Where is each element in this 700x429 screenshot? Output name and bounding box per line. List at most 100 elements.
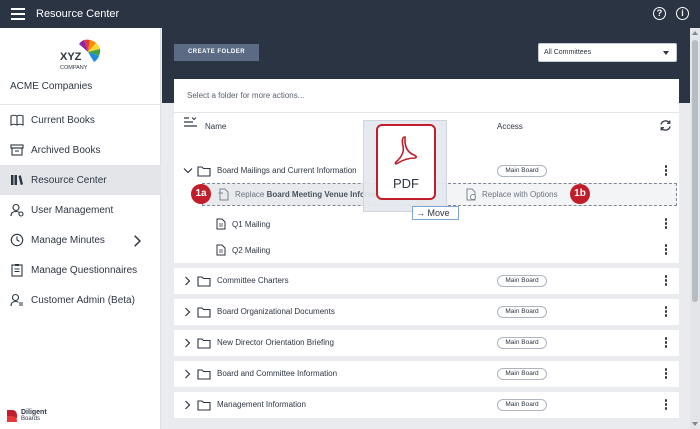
organization-name: ACME Companies [10,81,93,92]
access-badge: Main Board [497,306,547,318]
folder-name: Board Organizational Documents [217,307,335,316]
sidebar-item-label: Resource Center [31,174,107,186]
menu-icon[interactable] [11,8,25,20]
folder-name: Board and Committee Information [217,369,338,378]
file-replace-icon [218,188,229,201]
acrobat-icon [394,136,418,165]
folder-hint: Select a folder for more actions... [187,91,305,100]
scroll-thumb[interactable] [692,40,698,302]
sidebar-nav: Current Books Archived Books Resource Ce… [0,105,161,315]
pdf-label: PDF [393,176,419,191]
more-options-icon[interactable] [664,244,668,256]
access-badge: Main Board [497,275,547,287]
sidebar: XYZ COMPANY ACME Companies Current Books… [0,28,161,429]
more-options-icon[interactable] [664,337,668,349]
sort-icon[interactable] [184,117,197,127]
clock-icon [10,233,24,247]
pdf-file-card: PDF [376,124,436,200]
scrollbar[interactable] [690,28,700,429]
diligent-brand: Diligent Boards [6,409,47,423]
more-options-icon[interactable] [664,165,668,177]
folder-row[interactable]: Board Organizational Documents Main Boar… [174,299,679,325]
scroll-up-icon[interactable] [692,31,698,35]
main-content: CREATE FOLDER All Committees Select a fo… [162,28,690,429]
chevron-right-icon[interactable] [130,234,144,248]
book-icon [10,114,24,126]
access-badge: Main Board [497,399,547,411]
chevron-right-icon[interactable] [184,307,191,317]
committee-filter-value: All Committees [544,49,592,56]
brand-name: Diligent [21,409,47,416]
committee-filter-select[interactable]: All Committees [538,43,677,62]
archive-icon [10,144,24,156]
folder-row[interactable]: Board and Committee Information Main Boa… [174,361,679,387]
folder-icon [197,307,211,318]
chevron-down-icon[interactable] [183,167,193,174]
clipboard-icon [11,264,23,277]
admin-icon [10,293,23,307]
replace-with-options-label[interactable]: Replace with Options [482,190,558,199]
caret-down-icon [663,51,669,55]
folder-icon [197,166,211,177]
brand-product: Boards [21,416,41,422]
info-icon[interactable]: i [676,7,689,20]
chevron-right-icon[interactable] [184,276,191,286]
access-badge: Main Board [497,368,547,380]
chevron-right-icon[interactable] [184,369,191,379]
callout-marker-1b: 1b [570,184,590,204]
help-icon[interactable]: ? [653,7,666,20]
more-options-icon[interactable] [664,275,668,287]
folder-icon [197,400,211,411]
replace-prefix: Replace [235,190,265,199]
column-header-name[interactable]: Name [205,122,226,131]
sidebar-item-manage-minutes[interactable]: Manage Minutes [0,225,161,255]
sidebar-item-label: Customer Admin (Beta) [31,294,135,306]
more-options-icon[interactable] [664,399,668,411]
move-tooltip: → Move [412,206,459,220]
sidebar-item-label: Manage Questionnaires [31,264,138,276]
folder-icon [197,276,211,287]
drag-preview: PDF [363,120,447,212]
company-logo: XYZ COMPANY [60,39,101,71]
svg-text:COMPANY: COMPANY [60,65,88,71]
column-header-access[interactable]: Access [497,122,523,131]
file-name: Q1 Mailing [232,220,271,229]
document-icon [216,218,226,230]
sidebar-item-user-management[interactable]: User Management [0,195,161,225]
more-options-icon[interactable] [664,306,668,318]
folder-name: Committee Charters [217,276,289,285]
sidebar-item-label: Archived Books [31,144,101,156]
sidebar-item-archived-books[interactable]: Archived Books [0,135,161,165]
more-options-icon[interactable] [664,368,668,380]
sidebar-item-label: Manage Minutes [31,234,105,246]
sidebar-item-resource-center[interactable]: Resource Center [0,165,161,195]
access-badge: Main Board [497,165,547,177]
more-options-icon[interactable] [664,218,668,230]
file-row[interactable]: Q2 Mailing [174,237,679,263]
folder-name: Board Mailings and Current Information [217,166,357,175]
scroll-down-icon[interactable] [692,422,698,426]
sidebar-item-label: Current Books [31,114,95,126]
chevron-right-icon[interactable] [184,338,191,348]
app-title: Resource Center [36,8,120,20]
sidebar-item-current-books[interactable]: Current Books [0,105,161,135]
folder-name: Management Information [217,400,306,409]
access-badge: Main Board [497,337,547,349]
folder-row[interactable]: Committee Charters Main Board [174,268,679,294]
file-options-icon [466,188,476,201]
folder-row[interactable]: Management Information Main Board [174,392,679,418]
library-icon [11,175,23,185]
sidebar-item-customer-admin[interactable]: Customer Admin (Beta) [0,285,161,315]
folder-name: New Director Orientation Briefing [217,338,334,347]
top-bar: Resource Center ? i [0,0,700,28]
sidebar-item-manage-questionnaires[interactable]: Manage Questionnaires [0,255,161,285]
user-gear-icon [10,203,24,217]
file-name: Q2 Mailing [232,246,271,255]
create-folder-button[interactable]: CREATE FOLDER [174,44,259,61]
header-divider [174,112,679,113]
arrow-right-icon: → [416,208,425,218]
chevron-right-icon[interactable] [184,400,191,410]
refresh-icon[interactable] [659,119,672,132]
svg-text:XYZ: XYZ [60,51,82,63]
folder-row[interactable]: New Director Orientation Briefing Main B… [174,330,679,356]
